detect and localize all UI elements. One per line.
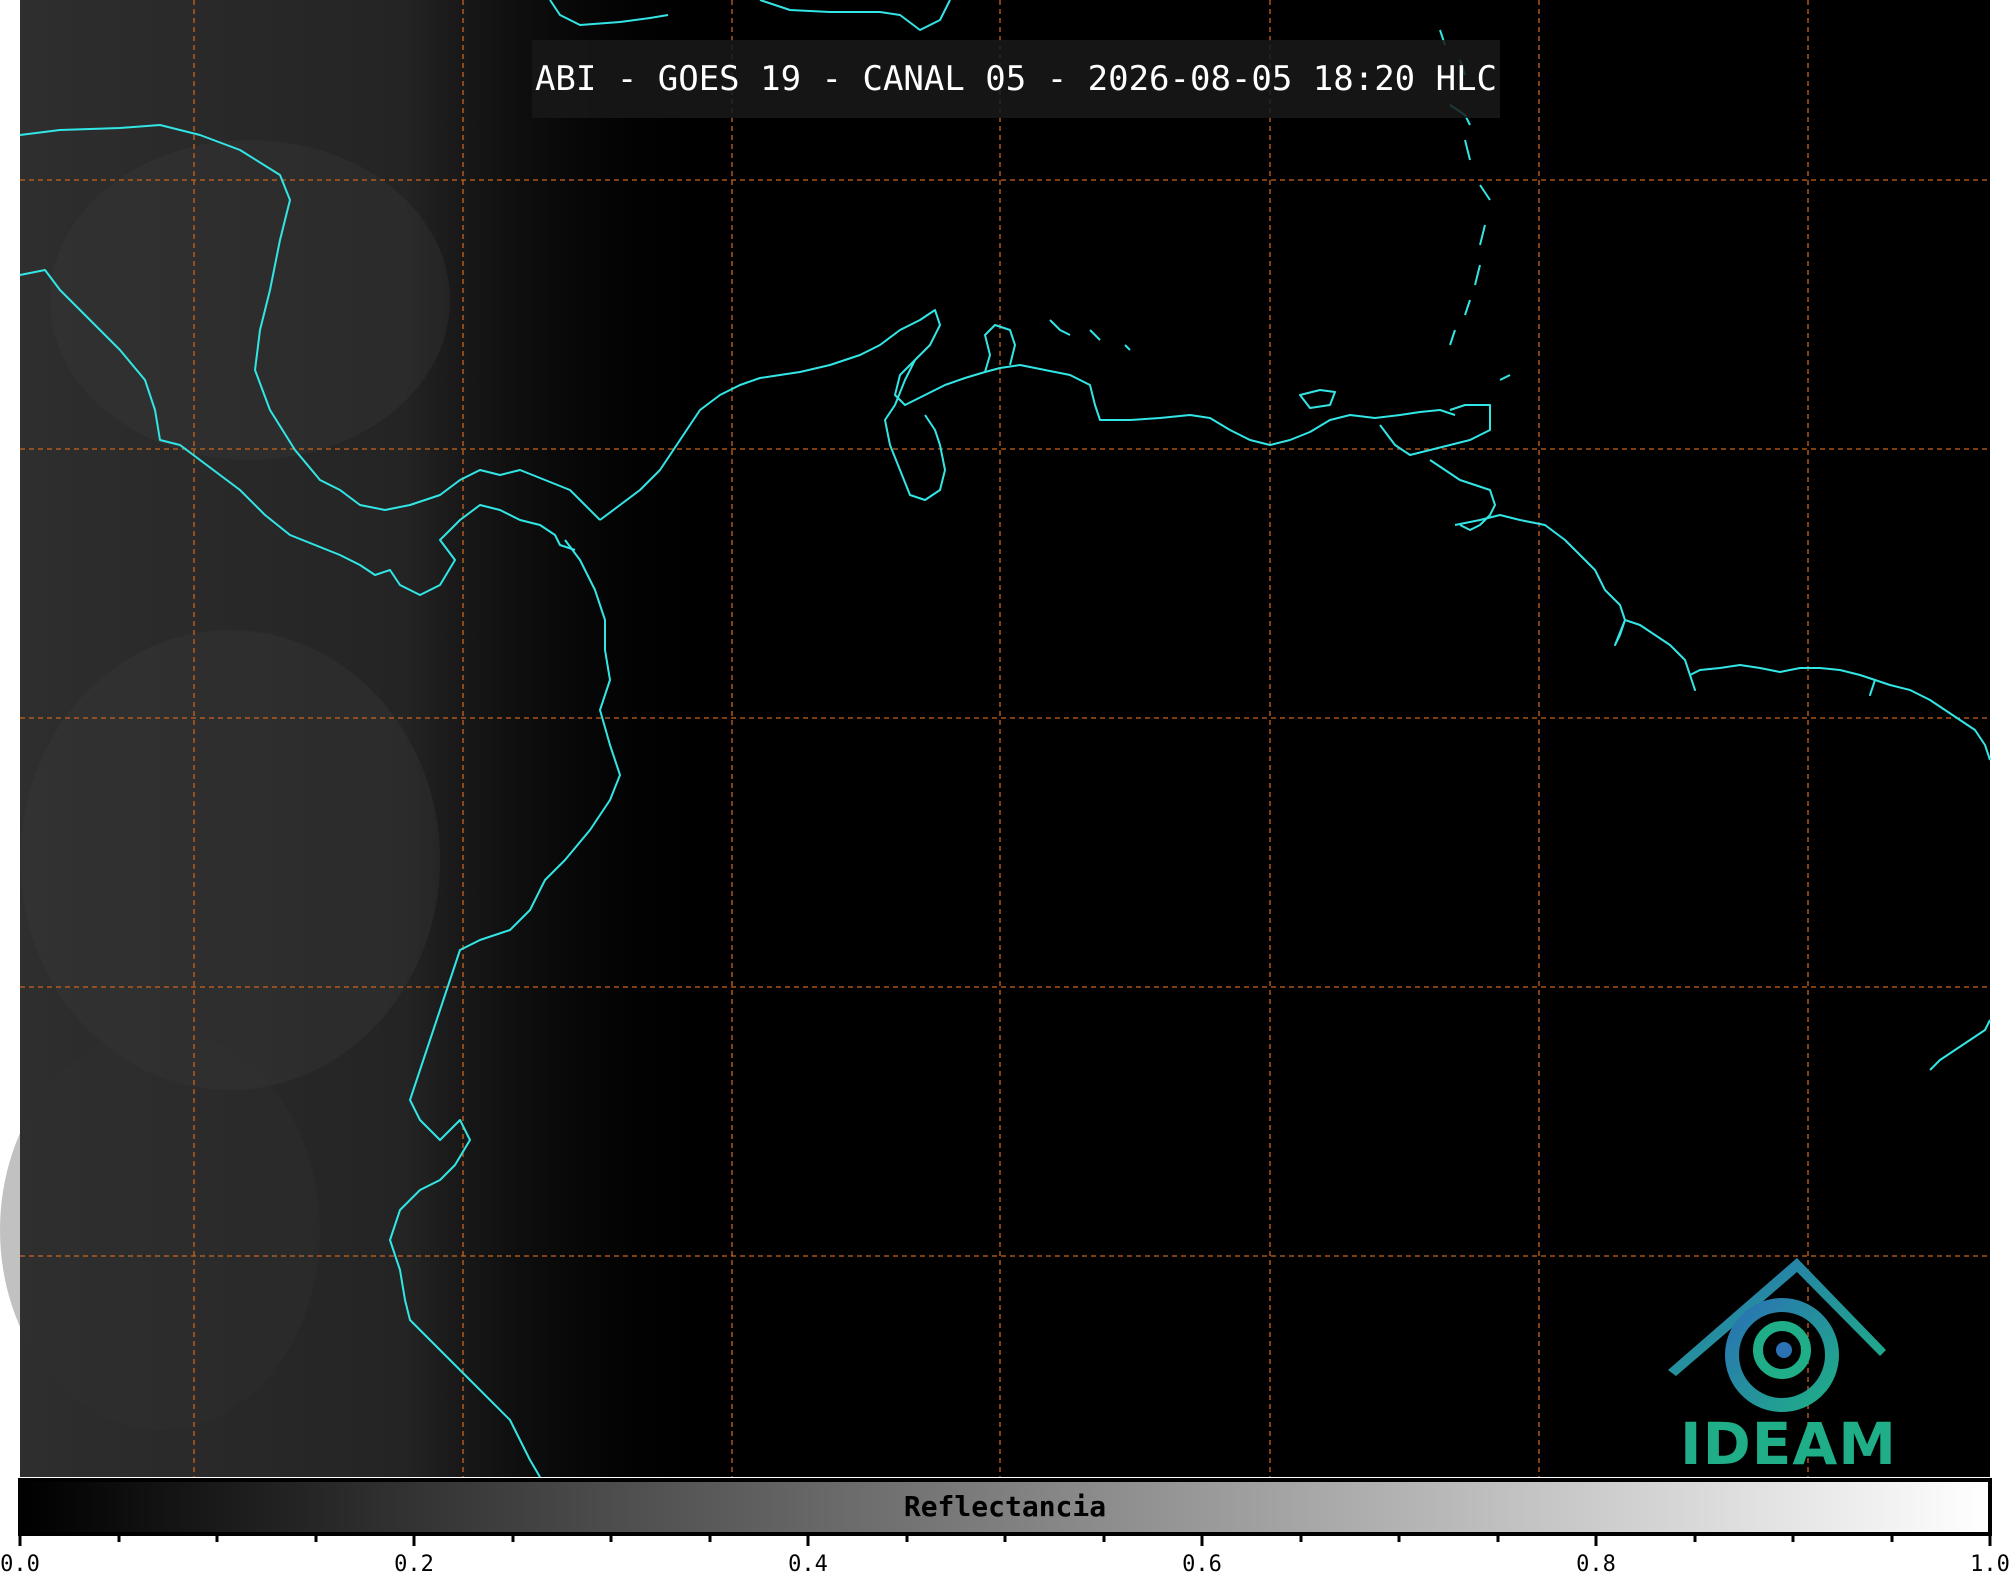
map-title: ABI - GOES 19 - CANAL 05 - 2026-08-05 18… bbox=[534, 59, 1498, 99]
satellite-map bbox=[0, 0, 1992, 1546]
colorbar-tick-label: 0.0 bbox=[0, 1552, 40, 1577]
cloud-patch bbox=[0, 1030, 320, 1430]
logo-swirl-center bbox=[1776, 1342, 1792, 1358]
colorbar-tick-label: 0.8 bbox=[1576, 1552, 1616, 1577]
colorbar-tick-label: 0.4 bbox=[788, 1552, 828, 1577]
colorbar-tick-label: 1.0 bbox=[1970, 1552, 2010, 1577]
logo-text: IDEAM bbox=[1680, 1410, 1897, 1478]
colorbar-tick-label: 0.2 bbox=[394, 1552, 434, 1577]
colorbar-label: Reflectancia bbox=[903, 1490, 1107, 1523]
colorbar-tick-label: 0.6 bbox=[1182, 1552, 1222, 1577]
colorbar-ticks bbox=[18, 1534, 1992, 1546]
cloud-patch bbox=[50, 140, 450, 460]
cloud-patch bbox=[20, 630, 440, 1090]
